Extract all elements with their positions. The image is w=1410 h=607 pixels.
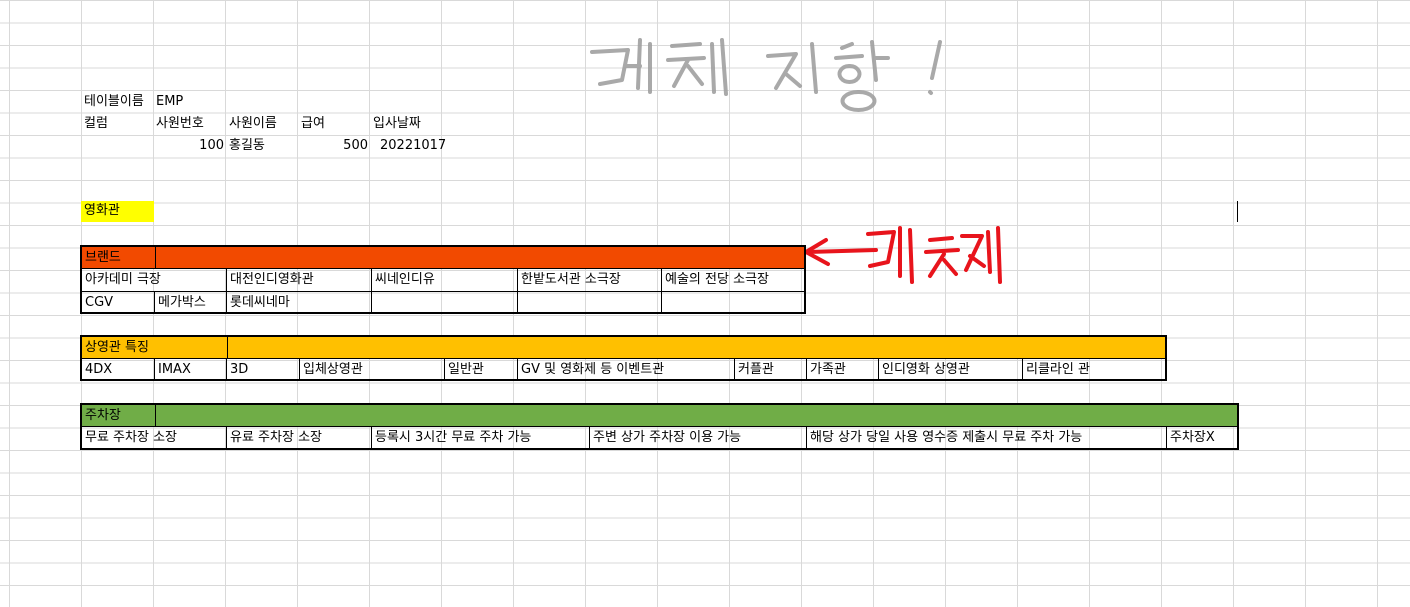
- feature-cell[interactable]: 일반관: [445, 359, 518, 381]
- parking-cell[interactable]: 무료 주차장 소장: [82, 427, 227, 449]
- parking-row: 무료 주차장 소장 유료 주차장 소장 등록시 3시간 무료 주차 가능 주변 …: [82, 427, 1237, 449]
- cell-hire-date: 20221017: [380, 138, 447, 153]
- feature-cell[interactable]: 가족관: [807, 359, 879, 381]
- parking-cell[interactable]: 주변 상가 주차장 이용 가능: [590, 427, 807, 449]
- brand-title: 브랜드: [85, 250, 121, 265]
- parking-cell[interactable]: 주차장X: [1167, 427, 1237, 449]
- parking-title: 주차장: [85, 408, 121, 423]
- parking-cell[interactable]: 등록시 3시간 무료 주차 가능: [372, 427, 590, 449]
- header-salary: 급여: [301, 116, 325, 131]
- parking-cell[interactable]: 유료 주차장 소장: [227, 427, 372, 449]
- table-name-value: EMP: [156, 94, 184, 109]
- section-title: 영화관: [84, 203, 120, 218]
- brand-cell[interactable]: [518, 292, 662, 314]
- brand-cell[interactable]: 씨네인디유: [372, 269, 518, 291]
- feature-cell[interactable]: IMAX: [155, 359, 227, 381]
- brand-cell[interactable]: 메가박스: [155, 292, 227, 314]
- cell-salary: 500: [343, 138, 368, 153]
- brand-cell[interactable]: 예술의 전당 소극장: [662, 269, 804, 291]
- header-hire-date: 입사날짜: [373, 116, 421, 131]
- brand-cell-empty[interactable]: [662, 292, 804, 314]
- cell-emp-no: 100: [199, 138, 224, 153]
- feature-cell[interactable]: 인디영화 상영관: [879, 359, 1023, 381]
- brand-row-2: CGV 메가박스 롯데씨네마: [82, 292, 804, 314]
- feature-cell[interactable]: 4DX: [82, 359, 155, 381]
- feature-cell[interactable]: 3D: [227, 359, 300, 381]
- features-header-bar: 상영관 특징: [82, 337, 1165, 359]
- brand-cell[interactable]: 대전인디영화관: [227, 269, 372, 291]
- features-row: 4DX IMAX 3D 입체상영관 일반관 GV 및 영화제 등 이벤트관 커플…: [82, 359, 1165, 381]
- brand-cell[interactable]: 한밭도서관 소극장: [518, 269, 662, 291]
- parking-cell[interactable]: 해당 상가 당일 사용 영수증 제출시 무료 주차 가능: [807, 427, 1167, 449]
- header-emp-no: 사원번호: [156, 116, 204, 131]
- feature-cell[interactable]: GV 및 영화제 등 이벤트관: [518, 359, 735, 381]
- table-name-label: 테이블이름: [84, 94, 144, 109]
- header-emp-name: 사원이름: [229, 116, 277, 131]
- brand-cell[interactable]: [372, 292, 518, 314]
- brand-cell[interactable]: CGV: [82, 292, 155, 314]
- cell-emp-name: 홍길동: [229, 138, 265, 153]
- brand-cell[interactable]: 롯데씨네마: [227, 292, 372, 314]
- feature-cell[interactable]: 커플관: [735, 359, 807, 381]
- feature-cell[interactable]: 리클라인 관: [1023, 359, 1165, 381]
- column-label: 컬럼: [84, 116, 108, 131]
- parking-table: 주차장 무료 주차장 소장 유료 주차장 소장 등록시 3시간 무료 주차 가능…: [80, 403, 1239, 450]
- features-title: 상영관 특징: [85, 340, 149, 355]
- brand-table: 브랜드 아카데미 극장 대전인디영화관 씨네인디유 한밭도서관 소극장 예술의 …: [80, 245, 806, 314]
- feature-cell[interactable]: 입체상영관: [300, 359, 445, 381]
- features-table: 상영관 특징 4DX IMAX 3D 입체상영관 일반관 GV 및 영화제 등 …: [80, 335, 1167, 381]
- brand-header-bar: 브랜드: [82, 247, 804, 269]
- parking-header-bar: 주차장: [82, 405, 1237, 427]
- brand-row-1: 아카데미 극장 대전인디영화관 씨네인디유 한밭도서관 소극장 예술의 전당 소…: [82, 269, 804, 292]
- cell-cursor: [1237, 201, 1238, 222]
- brand-cell[interactable]: 아카데미 극장: [82, 269, 227, 291]
